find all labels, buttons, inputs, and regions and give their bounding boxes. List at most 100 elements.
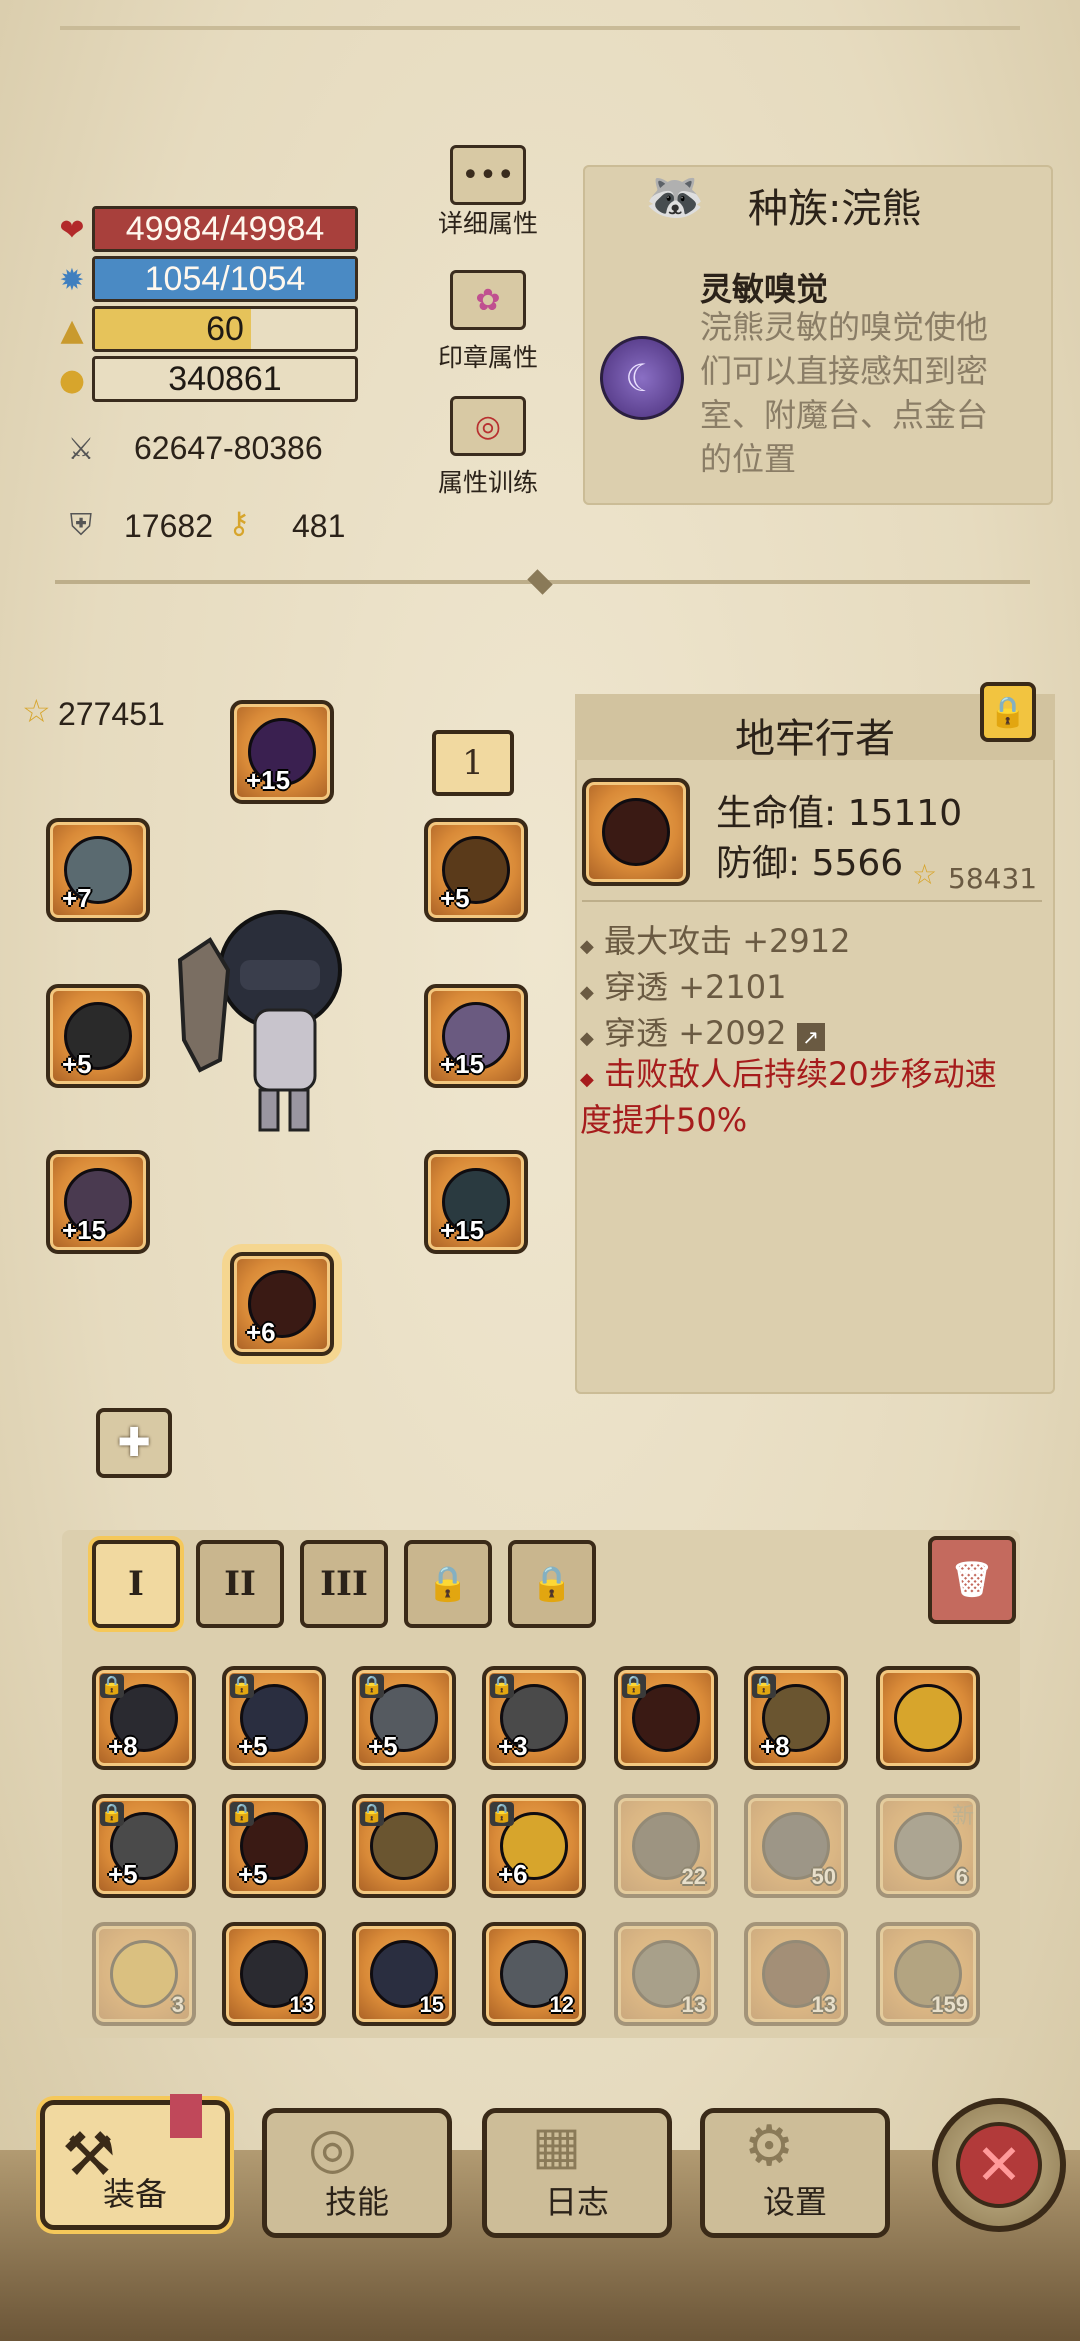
item-count: 12 [549,1992,574,2017]
inventory-slot[interactable]: 🔒 +3 [482,1666,586,1770]
item-defense: 防御: 5566 [716,843,904,884]
inventory-slot[interactable]: 🔒 +6 [482,1794,586,1898]
item-lock-icon: 🔒 [490,1802,514,1826]
inventory-slot[interactable]: 🔒 +5 [222,1794,326,1898]
inventory-slot[interactable]: 🔒 +5 [352,1666,456,1770]
ring-slot[interactable]: +7 [46,818,150,922]
ring-level: +7 [62,883,92,913]
inventory-slot[interactable]: 13 [222,1922,326,2026]
attr-penetration: 穿透 +2101 [604,968,787,1006]
weapon-level: +5 [62,1049,92,1079]
heart-icon: ❤ [59,212,85,248]
inventory-slot[interactable] [876,1666,980,1770]
item-lock-icon: 🔒 [360,1802,384,1826]
diamond-icon: ◆ [580,936,594,957]
attr-row: ◆ 最大攻击 +2912 [580,916,850,962]
level-icon: ▲ [60,312,84,348]
inventory-slot[interactable]: 12 [482,1922,586,2026]
bookmark-icon [170,2094,202,2138]
inventory-slot[interactable]: 🔒 +8 [92,1666,196,1770]
diamond-icon: ◆ [580,1028,594,1049]
helmet-slot[interactable]: +15 [230,700,334,804]
nav-log-label: 日志 [544,2183,609,2221]
inventory-slot[interactable]: 🔒 +5 [222,1666,326,1770]
boots-slot[interactable]: +6 [230,1252,334,1356]
inventory-slot[interactable]: 🔒 +5 [92,1794,196,1898]
necklace-slot[interactable]: +5 [424,818,528,922]
close-button[interactable]: ✕ [932,2098,1066,2232]
nav-skill-label: 技能 [324,2183,389,2221]
inventory-slot[interactable]: 15 [352,1922,456,2026]
inventory-slot[interactable]: 3 [92,1922,196,2026]
training-label: 属性训练 [437,468,538,497]
item-count: 13 [289,1992,314,2017]
defense-value: 17682 [124,508,213,544]
plus-icon: ✚ [117,1420,151,1466]
bag-tab-3[interactable]: III [300,1540,388,1628]
lock-icon[interactable]: 🔒 [980,682,1036,742]
selected-item-slot [582,778,690,886]
new-badge: 新 [951,1804,974,1829]
bag-tab-label: II [224,1564,256,1604]
nav-skill-button[interactable]: 技能 [262,2108,452,2238]
item-level: +5 [108,1859,138,1889]
detail-stats-label: 详细属性 [437,209,538,238]
axe-icon: ⚒ [62,2120,116,2190]
bag-tab-1[interactable]: I [92,1540,180,1628]
glove-slot[interactable]: +15 [46,1150,150,1254]
weapon-slot[interactable]: +5 [46,984,150,1088]
page-number-button[interactable]: 1 [432,730,514,796]
bag-tab-2[interactable]: II [196,1540,284,1628]
trash-button[interactable]: 🗑 [928,1536,1016,1624]
item-divider [582,900,1042,902]
item-lock-icon: 🔒 [100,1802,124,1826]
diamond-icon: ◆ [580,982,594,1003]
bag-tab-locked-4[interactable]: 🔒 [404,1540,492,1628]
skill-name: 灵敏嗅觉 [700,270,829,308]
shoulder-slot[interactable]: +15 [424,984,528,1088]
item-count: 13 [681,1992,706,2017]
lock-icon: 🔒 [426,1564,470,1604]
inventory-slot[interactable]: 🔒 +8 [744,1666,848,1770]
nav-settings-button[interactable]: 设置 [700,2108,890,2238]
inventory-slot[interactable]: 🔒 [352,1794,456,1898]
nav-settings-label: 设置 [762,2183,827,2221]
hp-bar: 49984/49984 [92,206,358,252]
raccoon-knight-character [170,900,360,1140]
boots-level: +6 [246,1317,276,1347]
mana-bar: 1054/1054 [92,256,358,302]
inventory-slot[interactable]: 6新 [876,1794,980,1898]
training-button[interactable]: ◎ [450,396,526,456]
inventory-slot[interactable]: 🔒 [614,1666,718,1770]
item-level: +3 [498,1731,528,1761]
attr-penetration-enchant: 穿透 +2092 [604,1014,787,1052]
item-lock-icon: 🔒 [230,1802,254,1826]
inventory-slot[interactable]: 13 [614,1922,718,2026]
helmet-level: +15 [246,765,291,795]
item-score-star-icon: ☆ [912,858,938,891]
inventory-slot[interactable]: 13 [744,1922,848,2026]
inventory-slot[interactable]: 22 [614,1794,718,1898]
item-lock-icon: 🔒 [360,1674,384,1698]
top-divider [60,26,1020,30]
add-slot-button[interactable]: ✚ [96,1408,172,1478]
gold-icon: ● [58,362,86,398]
attack-value: 62647-80386 [134,430,323,466]
detail-stats-button[interactable]: ••• [450,145,526,205]
item-level: +6 [498,1859,528,1889]
item-lock-icon: 🔒 [490,1674,514,1698]
glove-level: +15 [62,1215,107,1245]
shoulder-level: +15 [440,1049,485,1079]
inventory-slot[interactable]: 50 [744,1794,848,1898]
bag-tab-locked-5[interactable]: 🔒 [508,1540,596,1628]
total-power: 277451 [58,696,165,732]
attr-max-attack: 最大攻击 +2912 [604,922,851,960]
mana-value: 1054/1054 [144,259,306,298]
armor-slot[interactable]: +15 [424,1150,528,1254]
inventory-slot[interactable]: 159 [876,1922,980,2026]
item-count: 15 [419,1992,444,2017]
seal-stats-button[interactable]: ✿ [450,270,526,330]
level-bar: 60 [92,306,358,352]
item-count: 3 [171,1992,184,2017]
raccoon-icon: 🦝 [645,169,705,225]
